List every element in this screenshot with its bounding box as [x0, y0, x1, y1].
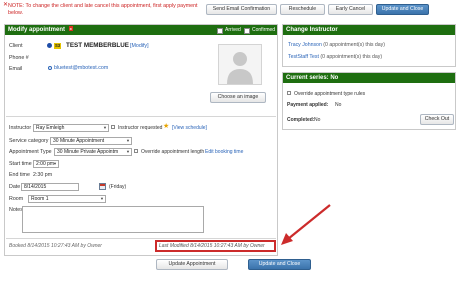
date-label: Date: [9, 184, 21, 190]
reschedule-button[interactable]: Reschedule: [280, 4, 325, 15]
booked-info: Booked 8/14/2015 10:27:43 AM by Owner: [9, 243, 102, 249]
date-input[interactable]: 8/14/2015: [21, 183, 79, 191]
annotation-arrow-icon: [281, 204, 331, 245]
completed-value: No: [314, 117, 321, 123]
payment-applied-value: No: [335, 102, 342, 108]
notes-label: Notes: [9, 207, 23, 213]
end-time-value: 2:30 pm: [33, 172, 53, 178]
instructor-select[interactable]: Ray Emleigh ▼: [33, 124, 109, 132]
client-badge: S3: [54, 43, 62, 49]
override-length-label: Override appointment length: [141, 149, 205, 155]
change-instructor-header: Change Instructor: [283, 25, 455, 35]
footer-divider: [6, 238, 276, 239]
start-time-value: 2:00 pm: [36, 161, 55, 167]
email-link[interactable]: bluetest@mbotest.com: [54, 65, 108, 71]
start-time-select[interactable]: 2:00 pm ▼: [33, 160, 59, 168]
client-name[interactable]: TEST MEMBERBLUE: [66, 42, 129, 49]
instructor-option-name: TestStaff Test: [288, 54, 319, 60]
override-rules-checkbox[interactable]: [287, 91, 291, 95]
top-note: NOTE: To change the client and late canc…: [8, 3, 198, 16]
instructor-requested-label: Instructor requested: [118, 125, 163, 131]
email-icon: [48, 66, 52, 70]
update-appointment-button[interactable]: Update Appointment: [156, 259, 228, 270]
modify-appointment-title: Modify appointment: [8, 27, 65, 33]
service-category-select[interactable]: 30 Minute Appointment ▼: [50, 137, 132, 145]
appointment-flag-icon: x: [68, 26, 73, 31]
instructor-option-count: (0 appointment(s) this day): [323, 42, 385, 48]
instructor-requested-checkbox[interactable]: [111, 125, 115, 129]
phone-label: Phone #: [9, 55, 29, 61]
last-modified-info: Last Modified 8/14/2015 10:27:43 AM by O…: [159, 243, 265, 249]
send-email-confirmation-button[interactable]: Send Email Confirmation: [206, 4, 277, 15]
override-length-checkbox[interactable]: [134, 149, 138, 153]
client-silhouette-icon: [227, 52, 253, 84]
calendar-icon[interactable]: [99, 183, 106, 190]
section-divider: [6, 116, 276, 117]
confirmed-checkbox[interactable]: [244, 28, 250, 34]
appointment-type-label: Appointment Type: [9, 149, 52, 155]
instructor-option-name: Tracy Johnson: [288, 42, 322, 48]
chevron-down-icon: ▼: [100, 196, 104, 201]
check-out-button[interactable]: Check Out: [420, 114, 454, 125]
confirmed-label: Confirmed: [252, 27, 276, 33]
update-and-close-bottom-button[interactable]: Update and Close: [248, 259, 311, 270]
client-status-icon: [47, 43, 52, 48]
email-label: Email: [9, 66, 23, 72]
notes-textarea[interactable]: [22, 206, 204, 233]
client-label: Client: [9, 43, 23, 49]
instructor-option-count: (0 appointment(s) this day): [320, 54, 383, 60]
room-select[interactable]: Room 1 ▼: [28, 195, 106, 203]
edit-booking-time-link[interactable]: Edit booking time: [205, 149, 243, 155]
room-value: Room 1: [31, 196, 49, 202]
update-and-close-top-button[interactable]: Update and Close: [376, 4, 429, 15]
chevron-down-icon: ▼: [126, 149, 130, 154]
instructor-option[interactable]: Tracy Johnson (0 appointment(s) this day…: [288, 42, 385, 48]
instructor-select-value: Ray Emleigh: [36, 125, 65, 131]
chevron-down-icon: ▼: [53, 161, 57, 166]
modify-appointment-header: Modify appointment x Arrived Confirmed: [5, 25, 277, 35]
date-value: 8/14/2015: [24, 184, 47, 190]
arrived-label: Arrived: [225, 27, 241, 33]
star-icon: ★: [163, 123, 170, 130]
service-category-label: Service category: [9, 138, 49, 144]
appointment-type-value: 30 Minute Private Appointm: [57, 149, 119, 155]
chevron-down-icon: ▼: [126, 138, 130, 143]
choose-image-button[interactable]: Choose an image: [210, 92, 266, 103]
room-label: Room: [9, 196, 24, 202]
date-day-label: (Friday): [109, 184, 127, 190]
override-rules-label: Override appointment type rules: [294, 91, 366, 97]
service-category-value: 30 Minute Appointment: [53, 138, 105, 144]
appointment-type-select[interactable]: 30 Minute Private Appointm ▼: [54, 148, 132, 156]
arrived-checkbox[interactable]: [217, 28, 223, 34]
start-time-label: Start time: [9, 161, 32, 167]
end-time-label: End time: [9, 172, 30, 178]
payment-applied-label: Payment applied:: [287, 102, 329, 108]
client-photo: [218, 44, 262, 85]
completed-label: Completed:: [287, 117, 315, 123]
view-schedule-link[interactable]: [View schedule]: [172, 125, 207, 131]
instructor-option[interactable]: TestStaff Test (0 appointment(s) this da…: [288, 54, 382, 60]
current-series-header: Current series: No: [283, 73, 455, 83]
client-modify-link[interactable]: [Modify]: [130, 43, 149, 49]
early-cancel-button[interactable]: Early Cancel: [328, 4, 373, 15]
instructor-label: Instructor: [9, 125, 32, 131]
chevron-down-icon: ▼: [103, 125, 107, 130]
